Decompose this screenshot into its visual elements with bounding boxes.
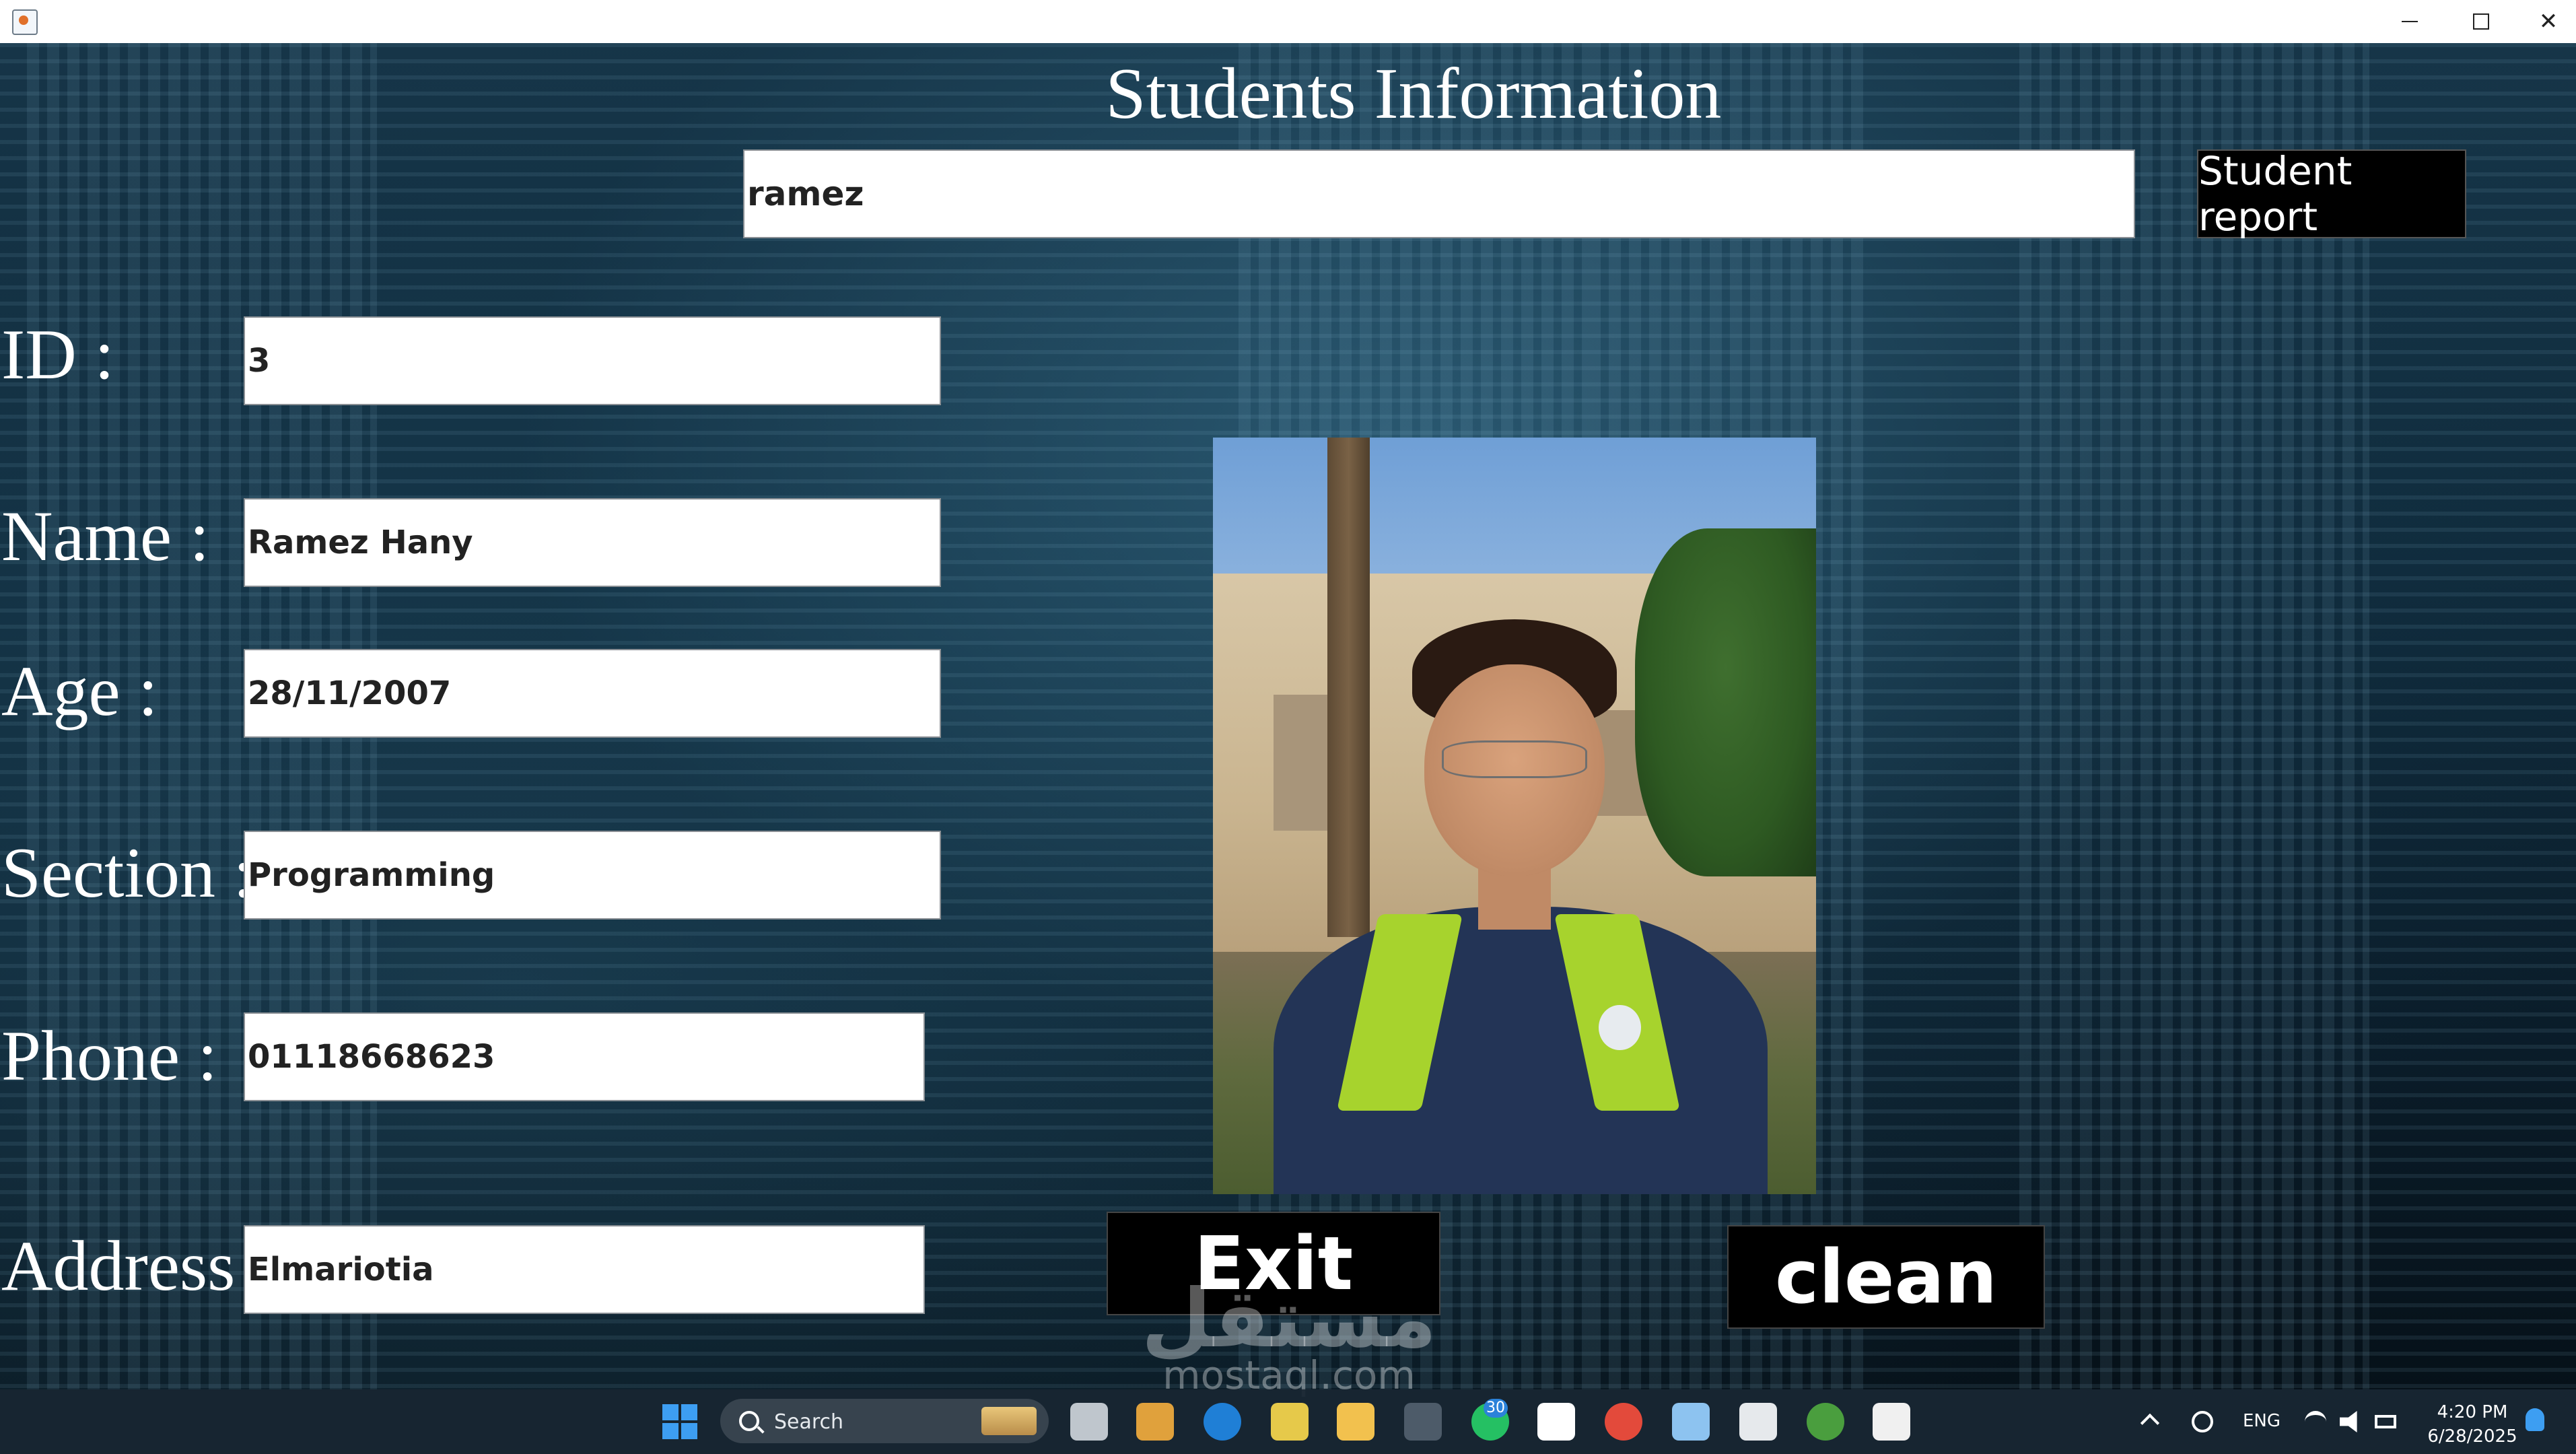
age-label: Age : — [1, 652, 158, 730]
chrome-profile-icon[interactable] — [1807, 1403, 1844, 1441]
id-field[interactable]: 3 — [244, 316, 941, 405]
phone-field[interactable]: 01118668623 — [244, 1012, 925, 1101]
search-highlight-icon — [981, 1407, 1037, 1435]
form-panel: Students Information ramez Student repor… — [0, 43, 2576, 1395]
notification-badge: 30 — [1484, 1399, 1508, 1418]
clock-time: 4:20 PM — [2437, 1402, 2508, 1422]
phone-label: Phone : — [1, 1016, 217, 1095]
minimize-icon — [2402, 21, 2418, 22]
java-app-icon — [12, 9, 38, 35]
edge-icon[interactable] — [1204, 1403, 1241, 1441]
app-window: ✕ Students Information ramez Student rep… — [0, 0, 2576, 1454]
copilot-icon[interactable] — [1271, 1403, 1309, 1441]
minimize-button[interactable] — [2376, 0, 2443, 43]
search-input[interactable]: ramez — [743, 149, 2135, 238]
section-label: Section : — [1, 833, 253, 912]
clock-date: 6/28/2025 — [2427, 1426, 2517, 1447]
clock[interactable]: 4:20 PM 6/28/2025 — [2415, 1400, 2530, 1449]
chrome-icon[interactable] — [1605, 1403, 1642, 1441]
notification-bell-icon[interactable] — [2526, 1408, 2544, 1431]
maximize-button[interactable] — [2447, 0, 2515, 43]
page-title: Students Information — [1105, 54, 1722, 134]
taskbar-search[interactable]: Search — [720, 1399, 1049, 1443]
name-label: Name : — [1, 497, 210, 576]
id-label: ID : — [1, 315, 114, 394]
address-label: Address — [1, 1226, 236, 1305]
file-explorer-icon[interactable] — [1337, 1403, 1374, 1441]
maximize-icon — [2473, 13, 2489, 30]
start-button[interactable] — [662, 1404, 697, 1439]
address-field[interactable]: Elmariotia — [244, 1225, 925, 1314]
search-icon — [739, 1411, 759, 1431]
cube-app-icon[interactable] — [1672, 1403, 1710, 1441]
chevron-up-icon[interactable] — [2140, 1413, 2160, 1433]
app-icon[interactable] — [1404, 1403, 1442, 1441]
code-background — [2019, 43, 2369, 1389]
wifi-icon[interactable] — [2305, 1411, 2326, 1432]
store-icon[interactable] — [1739, 1403, 1777, 1441]
age-field[interactable]: 28/11/2007 — [244, 649, 941, 738]
clean-button[interactable]: clean — [1727, 1225, 2045, 1329]
watermark: مستقل mostaql.com — [1131, 1279, 1447, 1395]
close-icon: ✕ — [2538, 8, 2558, 35]
student-report-button[interactable]: Student report — [2197, 148, 2466, 240]
battery-icon[interactable] — [2375, 1415, 2396, 1428]
name-field[interactable]: Ramez Hany — [244, 498, 941, 587]
student-photo — [1213, 438, 1816, 1194]
close-button[interactable]: ✕ — [2515, 0, 2576, 43]
volume-icon[interactable] — [2340, 1411, 2357, 1432]
widgets-icon[interactable] — [1136, 1403, 1174, 1441]
section-field[interactable]: Programming — [244, 831, 941, 920]
bing-icon[interactable] — [1537, 1403, 1575, 1441]
taskbar-search-label: Search — [774, 1410, 844, 1434]
language-indicator[interactable]: ENG — [2243, 1411, 2281, 1431]
java-icon[interactable] — [1873, 1403, 1910, 1441]
sync-icon[interactable] — [2192, 1411, 2213, 1432]
title-bar: ✕ — [0, 0, 2576, 44]
watermark-arabic: مستقل — [1141, 1272, 1437, 1366]
task-view-icon[interactable] — [1070, 1403, 1108, 1441]
taskbar: Search 30 ENG 4:20 PM 6/28/2025 — [0, 1389, 2576, 1454]
